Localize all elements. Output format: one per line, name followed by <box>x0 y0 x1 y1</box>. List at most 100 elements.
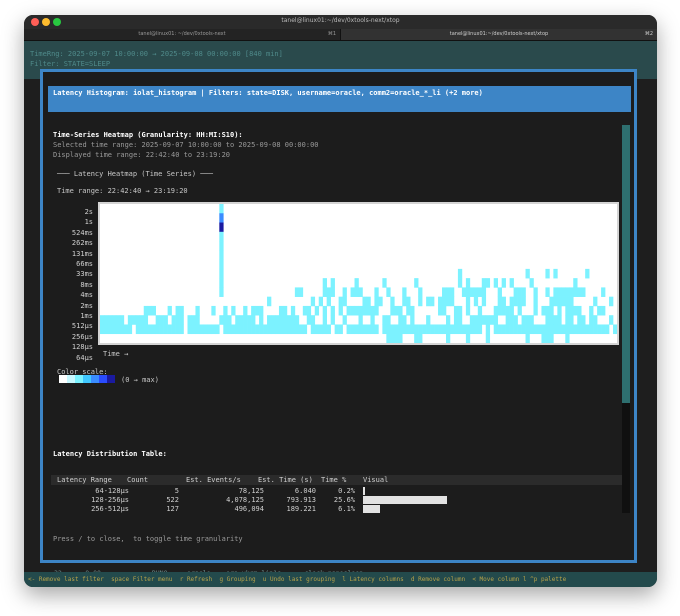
command-hints: <- Remove last filter space Filter menu … <box>28 576 567 583</box>
heatmap-cell <box>410 315 415 325</box>
heatmap-cell <box>497 287 502 297</box>
heatmap-cell <box>513 324 518 335</box>
column-header-pct: Time % <box>321 476 347 484</box>
heatmap-cell <box>251 305 256 316</box>
heatmap-cell <box>267 296 272 307</box>
cell-events: 78,125 <box>238 487 264 495</box>
cell-time: 189.221 <box>286 505 316 513</box>
heatmap-canvas <box>100 204 618 344</box>
heatmap-cell <box>422 324 427 335</box>
heatmap-cell <box>525 315 530 325</box>
heatmap-cell <box>346 305 351 316</box>
heatmap-x-axis-label: Time → <box>103 350 129 358</box>
heatmap-cell <box>338 324 343 335</box>
heatmap-cell <box>426 324 431 335</box>
heatmap-cell <box>501 296 506 307</box>
heatmap-cell <box>521 287 526 297</box>
heatmap-cell <box>290 305 296 316</box>
heatmap-cell <box>255 324 260 335</box>
heatmap-cell <box>219 222 224 233</box>
heatmap-cell <box>457 324 463 335</box>
heatmap-cell <box>155 324 160 335</box>
heatmap-cell <box>374 324 379 335</box>
heatmap-cell <box>282 305 288 316</box>
dialog-header-text: Latency Histogram: iolat_histogram | Fil… <box>53 89 483 97</box>
heatmap-cell <box>489 315 495 325</box>
heatmap-cell <box>438 305 443 316</box>
heatmap-cell <box>485 278 491 288</box>
heatmap-cell <box>445 296 451 307</box>
heatmap-cell <box>310 315 316 325</box>
heatmap-cell <box>453 324 459 335</box>
heatmap-cell <box>175 315 180 325</box>
heatmap-cell <box>354 324 359 335</box>
heatmap-cell <box>557 305 562 316</box>
heatmap-cell <box>529 315 534 325</box>
dialog-scrollbar[interactable] <box>622 125 630 513</box>
heatmap-cell <box>501 305 506 316</box>
heatmap-cell <box>362 296 367 307</box>
heatmap-cell <box>366 305 371 316</box>
heatmap-cell <box>386 324 391 335</box>
heatmap-cell <box>227 324 232 335</box>
y-axis-label: 262ms <box>71 239 93 248</box>
heatmap-cell <box>545 324 550 335</box>
heatmap-cell <box>601 287 606 297</box>
heatmap-cell <box>541 324 546 335</box>
heatmap-cell <box>362 305 367 316</box>
heatmap-cell <box>553 315 558 325</box>
color-scale-swatch <box>75 375 83 383</box>
heatmap-cell <box>589 305 594 316</box>
scrollbar-thumb[interactable] <box>622 125 630 403</box>
heatmap-cell <box>286 315 292 325</box>
heatmap-cell <box>402 296 407 307</box>
heatmap-cell <box>545 287 550 297</box>
heatmap-cell <box>358 324 363 335</box>
heatmap-cell <box>493 278 498 288</box>
color-scale-range: (0 → max) <box>121 376 159 384</box>
displayed-time-range: Displayed time range: 22:42:40 to 23:19:… <box>53 151 231 159</box>
heatmap-cell <box>318 296 324 307</box>
heatmap-cell <box>167 305 172 316</box>
heatmap-cell <box>406 324 411 335</box>
heatmap-cell <box>195 305 200 316</box>
heatmap-cell <box>259 324 264 335</box>
heatmap-cell <box>402 315 407 325</box>
tab-terminal-2[interactable]: tanel@linux01:~/dev/0xtools-next/xtop ⌘2 <box>341 29 657 40</box>
heatmap-cell <box>398 324 403 335</box>
heatmap-cell <box>143 315 149 325</box>
heatmap-cell <box>565 287 570 297</box>
heatmap-cell <box>314 305 320 316</box>
heatmap-cell <box>263 324 268 335</box>
heatmap-cell <box>593 315 598 325</box>
heatmap-cell <box>553 324 558 335</box>
dialog-header: Latency Histogram: iolat_histogram | Fil… <box>48 86 631 112</box>
heatmap-cell <box>481 315 487 325</box>
heatmap-cell <box>255 305 260 316</box>
heatmap-cell <box>445 333 451 344</box>
heatmap-cell <box>533 305 538 316</box>
heatmap-cell <box>473 287 479 297</box>
heatmap-cell <box>593 296 598 307</box>
heatmap-cell <box>151 305 156 316</box>
tab-terminal-1[interactable]: tanel@linux01: ~/dev/0xtools-next ⌘1 <box>24 29 341 40</box>
heatmap-cell <box>569 305 574 316</box>
heatmap-cell <box>394 324 399 335</box>
window-title: tanel@linux01:~/dev/0xtools-next/xtop <box>281 17 400 24</box>
heatmap-cell <box>203 324 208 335</box>
heatmap-cell <box>195 315 200 325</box>
heatmap-cell <box>565 333 570 344</box>
heatmap-cell <box>239 324 244 335</box>
heatmap-cell <box>135 324 141 335</box>
heatmap-cell <box>426 296 431 307</box>
heatmap-cell <box>103 315 109 325</box>
heatmap-cell <box>382 324 387 335</box>
heatmap-cell <box>577 287 582 297</box>
heatmap-cell <box>342 296 347 307</box>
heatmap-cell <box>354 305 359 316</box>
heatmap-cell <box>310 296 316 307</box>
heatmap-cell <box>187 315 192 325</box>
heatmap-cell <box>505 305 510 316</box>
heatmap-cell <box>398 333 403 344</box>
heatmap-cell <box>302 305 308 316</box>
